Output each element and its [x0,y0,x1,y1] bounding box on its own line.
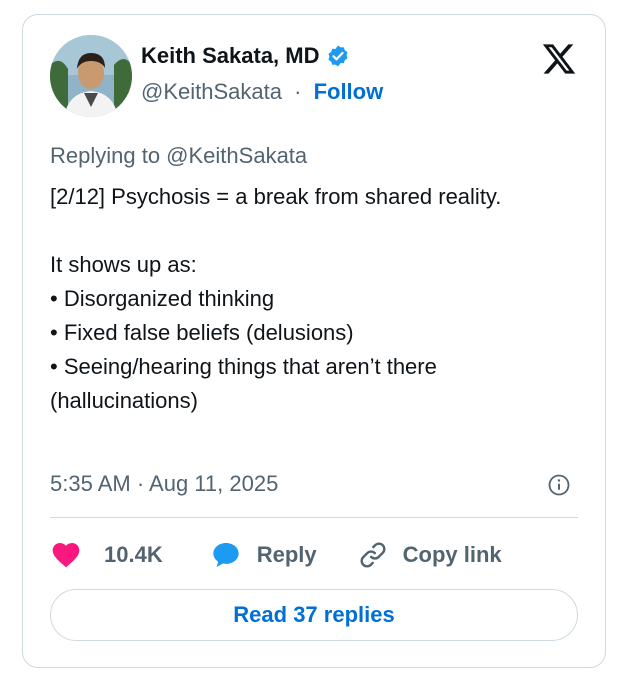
author-handle[interactable]: @KeithSakata [141,79,282,104]
author-name[interactable]: Keith Sakata, MD [141,43,320,69]
tweet-line: • Fixed false beliefs (delusions) [50,320,354,345]
action-bar: 10.4K Reply Copy link [50,535,502,575]
tweet-text: [2/12] Psychosis = a break from shared r… [50,180,560,418]
speech-bubble-icon [209,539,243,571]
copy-link-button[interactable]: Copy link [357,539,502,571]
tweet-line: It shows up as: [50,252,197,277]
separator-dot: · [294,79,302,104]
info-icon[interactable] [547,473,571,497]
divider [50,517,578,518]
author-name-row: Keith Sakata, MD [141,43,350,69]
reply-button[interactable]: Reply [209,539,317,571]
heart-icon [50,539,82,571]
avatar[interactable] [50,35,132,117]
copy-link-label: Copy link [402,542,502,567]
replying-to-label[interactable]: Replying to @KeithSakata [50,143,307,169]
handle-row: @KeithSakata · Follow [141,79,383,105]
reply-label: Reply [256,542,317,567]
like-count: 10.4K [104,542,163,567]
tweet-timestamp[interactable]: 5:35 AM · Aug 11, 2025 [50,471,278,497]
follow-button[interactable]: Follow [314,79,384,104]
tweet-line: • Disorganized thinking [50,286,275,311]
x-logo-icon[interactable] [541,41,577,77]
verified-badge-icon [326,44,350,68]
tweet-line: • Seeing/hearing things that aren’t ther… [50,354,437,413]
read-replies-button[interactable]: Read 37 replies [50,589,578,641]
like-button[interactable]: 10.4K [50,539,163,571]
link-icon [357,539,389,571]
tweet-card: Keith Sakata, MD @KeithSakata · Follow R… [22,14,606,668]
tweet-line: [2/12] Psychosis = a break from shared r… [50,184,502,209]
